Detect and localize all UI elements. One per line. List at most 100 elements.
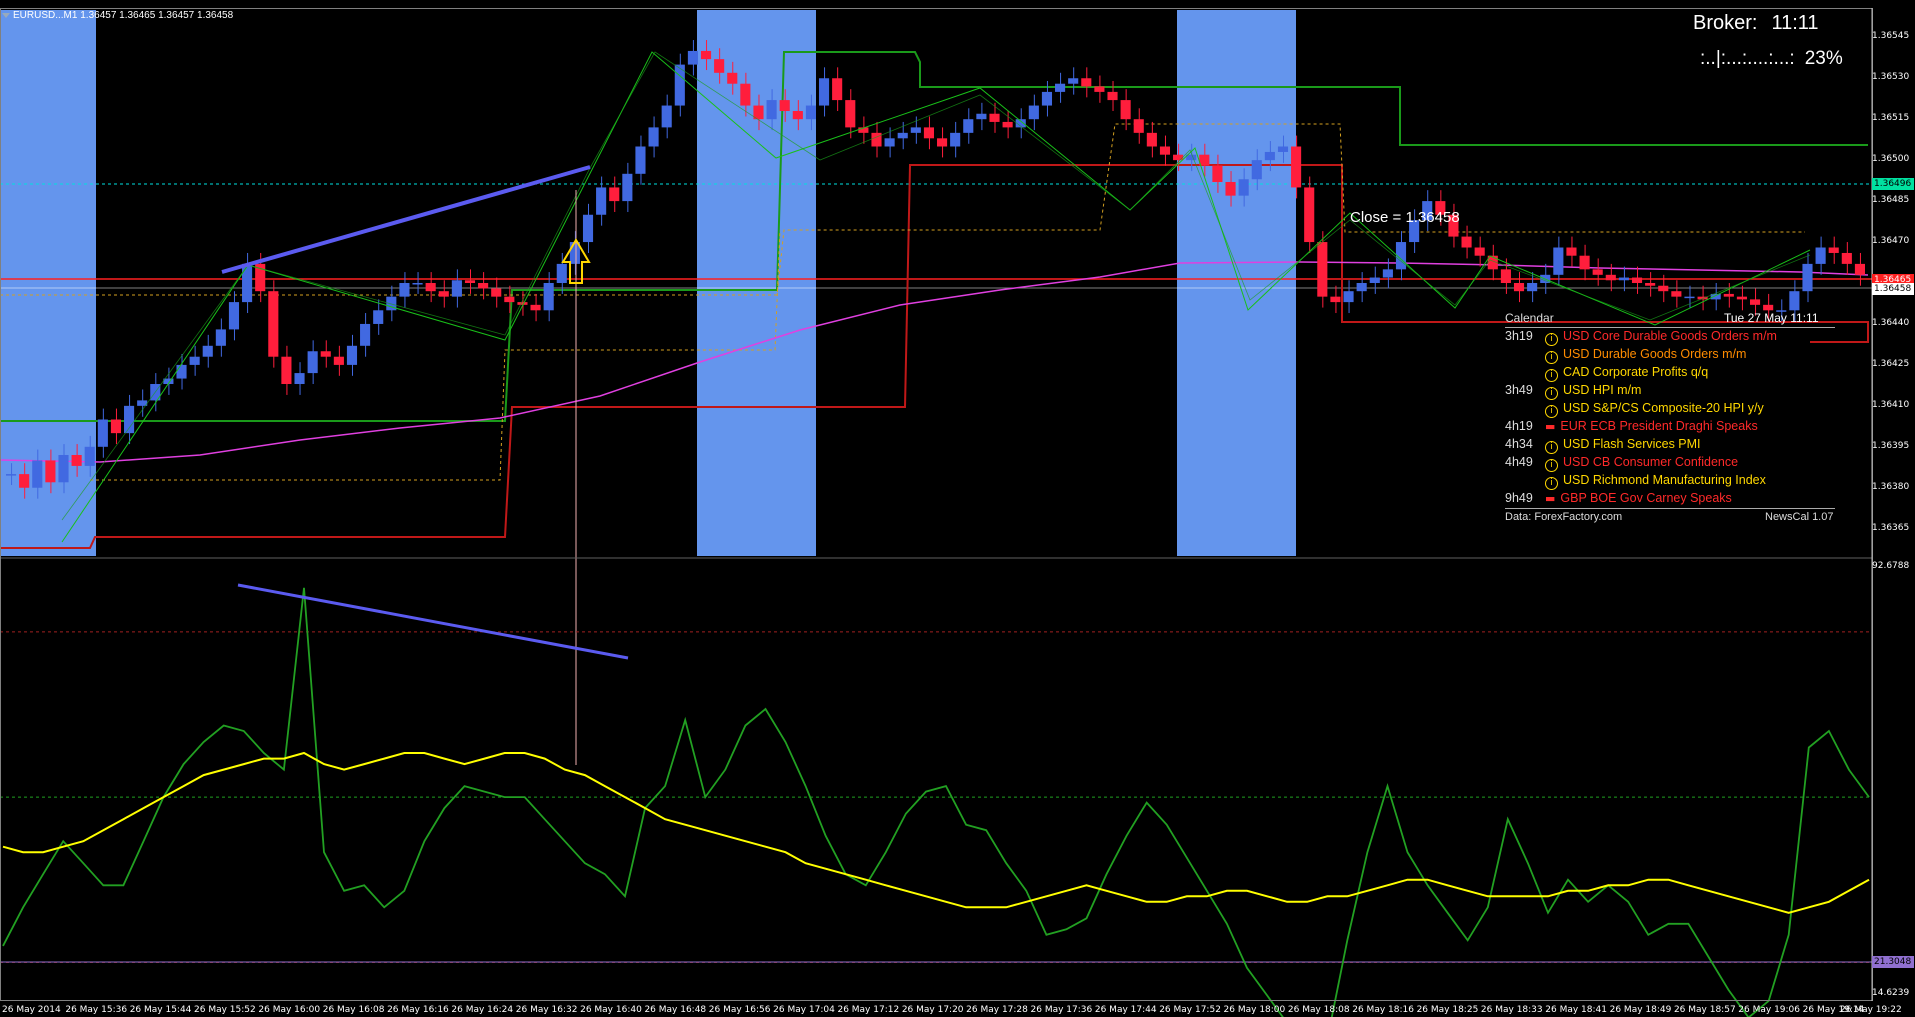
candle-body (1094, 86, 1105, 92)
price-axis-label: 1.36440 (1872, 317, 1910, 328)
calendar-event-row[interactable]: i CAD Corporate Profits q/q (1505, 365, 1708, 383)
price-axis-label: 1.36545 (1872, 31, 1910, 42)
candle-body (1120, 100, 1131, 120)
bar-progress-dots: :..|:...:....:...: (1700, 48, 1795, 69)
calendar-event-row[interactable]: 3h19 i USD Core Durable Goods Orders m/m (1505, 329, 1777, 347)
candle-body (871, 132, 882, 147)
candle-body (412, 283, 423, 285)
calendar-title: Calendar (1505, 311, 1554, 325)
calendar-event-row[interactable]: 3h49 i USD HPI m/m (1505, 383, 1641, 401)
candle-body (1789, 291, 1800, 311)
calendar-event-row[interactable]: 4h34 i USD Flash Services PMI (1505, 437, 1701, 455)
candle-body (1566, 247, 1577, 256)
candle-body (740, 83, 751, 106)
time-axis-label: 26 May 18:08 (1287, 1005, 1350, 1015)
event-title: USD Durable Goods Orders m/m (1563, 347, 1747, 361)
candle-body (346, 345, 358, 365)
event-time: 3h49 (1505, 383, 1533, 397)
info-icon: i (1545, 459, 1558, 472)
calendar-event-row[interactable]: i USD Richmond Manufacturing Index (1505, 473, 1766, 491)
time-axis-label: 26 May 19:22 (1840, 1005, 1902, 1015)
time-axis-label: 26 May 16:08 (322, 1005, 385, 1015)
candle-body (1671, 291, 1682, 297)
candle-body (714, 59, 725, 73)
time-axis-label: 26 May 17:20 (901, 1005, 964, 1015)
price-axis-label: 1.36365 (1872, 522, 1910, 533)
event-title: USD Core Durable Goods Orders m/m (1563, 329, 1777, 343)
price-axis-label: 1.36500 (1872, 154, 1910, 165)
candle-body (1461, 236, 1472, 248)
candle-body (556, 263, 567, 283)
candle-body (1382, 269, 1393, 278)
candle-body (766, 100, 777, 120)
oscillator-panel (0, 557, 1872, 1017)
calendar-source: Data: ForexFactory.com (1505, 511, 1623, 523)
calendar-event-row[interactable]: 9h49 ▬ GBP BOE Gov Carney Speaks (1505, 491, 1732, 509)
candle-body (1041, 91, 1053, 106)
time-axis-label: 26 May 15:44 (129, 1005, 192, 1015)
candle-body (963, 119, 974, 133)
candle-body (1802, 263, 1813, 292)
candle-body (1002, 121, 1013, 128)
time-axis-label: 26 May 18:49 (1609, 1005, 1672, 1015)
time-axis-label: 26 May 17:44 (1094, 1005, 1157, 1015)
event-title: USD Flash Services PMI (1563, 437, 1701, 451)
mid-channel-line (0, 123, 1805, 296)
candle-body (832, 78, 843, 101)
candle-body (1291, 146, 1302, 188)
candle-body (1684, 296, 1695, 299)
candle-body (84, 446, 95, 466)
candle-body (228, 302, 240, 330)
candle-body (530, 304, 541, 311)
candle-body (582, 214, 594, 243)
candle-body (32, 460, 43, 488)
time-axis-label: 26 May 17:04 (773, 1005, 835, 1015)
calendar-event-row[interactable]: 4h19 ▬ EUR ECB President Draghi Speaks (1505, 419, 1758, 437)
calendar-bottom-divider (1505, 508, 1835, 509)
price-axis-label: 1.36530 (1872, 72, 1910, 83)
session-band (697, 10, 816, 556)
candle-body (294, 373, 305, 385)
calendar-date: Tue 27 May 11:11 (1724, 311, 1819, 325)
info-icon: i (1545, 441, 1558, 454)
osc-axis-bottom: 14.6239 (1872, 988, 1910, 998)
candle-body (19, 474, 30, 488)
candle-body (1500, 269, 1511, 283)
oscillator-trendline (237, 583, 629, 660)
candle-body (478, 283, 489, 289)
chart-menu-icon[interactable] (2, 12, 10, 18)
calendar-event-row[interactable]: i USD S&P/CS Composite-20 HPI y/y (1505, 401, 1764, 419)
candle-body (1304, 187, 1315, 243)
bid-price-badge: 1.36458 (1872, 283, 1914, 295)
candle-body (648, 127, 659, 147)
candle-body (45, 460, 56, 483)
candle-body (976, 113, 987, 120)
candle-body (110, 419, 122, 434)
calendar-version: NewsCal 1.07 (1765, 511, 1834, 523)
time-axis-label: 26 May 17:28 (966, 1005, 1028, 1015)
calendar-event-row[interactable]: i USD Durable Goods Orders m/m (1505, 347, 1746, 365)
price-trendline (221, 165, 591, 274)
event-title: CAD Corporate Profits q/q (1563, 365, 1709, 379)
price-axis-label: 1.36425 (1872, 358, 1910, 369)
candle-body (176, 364, 187, 379)
candle-body (1028, 105, 1039, 120)
candle-body (58, 454, 69, 483)
candle-body (845, 100, 856, 128)
candle-body (1645, 283, 1656, 286)
candle-body (1579, 255, 1590, 270)
candle-body (242, 263, 253, 303)
candle-body (1159, 146, 1171, 155)
price-axis-label: 1.36395 (1872, 440, 1910, 451)
candle-body (464, 280, 476, 283)
bar-progress: :..|:...:....:...: 23% (1700, 48, 1843, 70)
candle-body (1081, 78, 1092, 87)
candle-body (700, 50, 712, 60)
symbol-header: EURUSD...M1 1.36457 1.36465 1.36457 1.36… (0, 10, 233, 21)
calendar-event-row[interactable]: 4h49 i USD CB Consumer Confidence (1505, 455, 1738, 473)
candle-body (1343, 291, 1354, 303)
candle-body (1841, 252, 1852, 264)
event-time: 4h19 (1505, 419, 1533, 433)
event-time: 4h34 (1505, 437, 1533, 451)
candle-body (884, 138, 895, 147)
